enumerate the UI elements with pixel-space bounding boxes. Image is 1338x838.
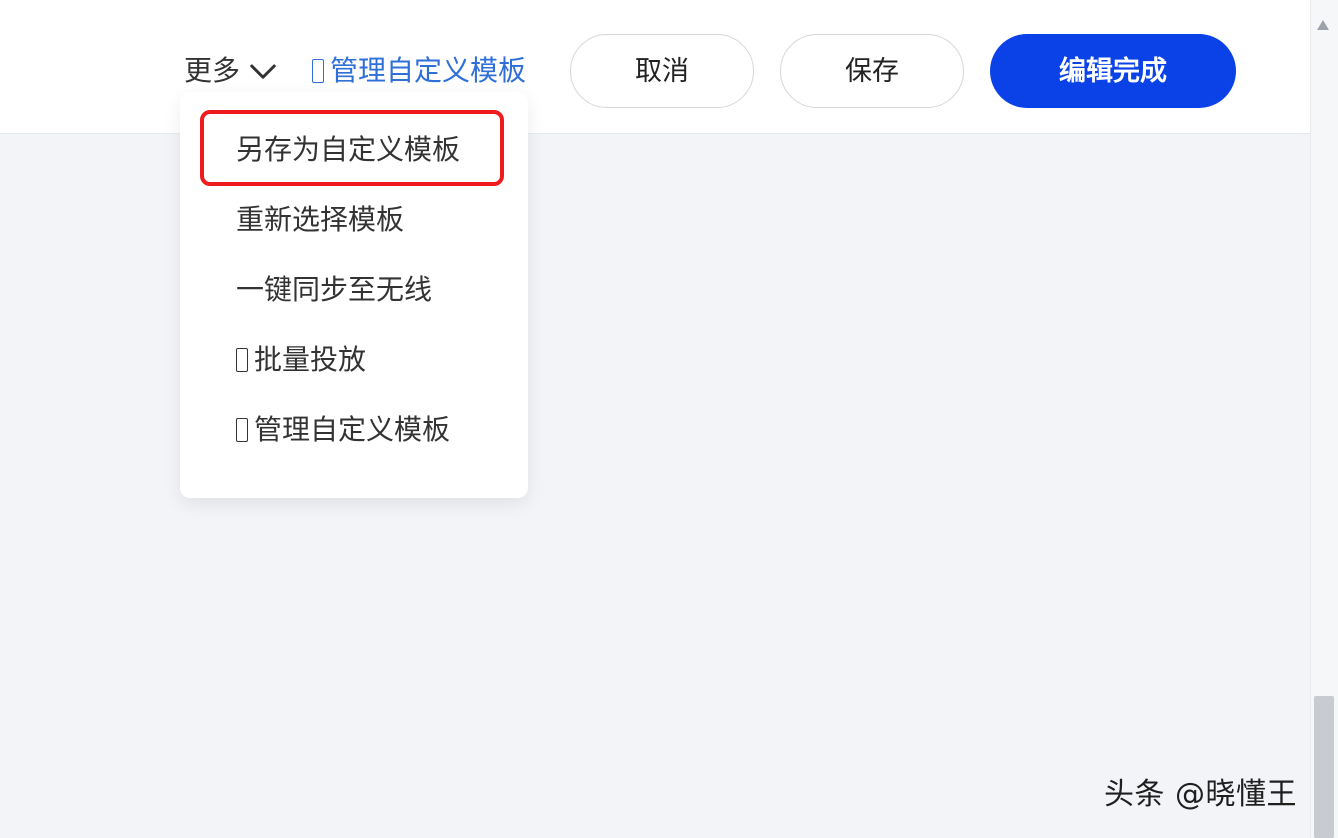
placeholder-box-icon [236,348,248,372]
menu-item-label: 重新选择模板 [236,203,405,236]
placeholder-box-icon [312,59,324,83]
save-button[interactable]: 保存 [780,34,964,108]
manage-custom-templates-label: 管理自定义模板 [330,54,527,87]
more-dropdown-menu: 另存为自定义模板 重新选择模板 一键同步至无线 批量投放 管理自定义模板 [180,92,528,498]
menu-item-batch-delivery[interactable]: 批量投放 [236,338,366,382]
menu-item-label: 一键同步至无线 [236,273,433,306]
watermark: 头条 @晓懂王 [1104,777,1298,812]
manage-custom-templates-link[interactable]: 管理自定义模板 [312,50,526,92]
menu-item-reselect-template[interactable]: 重新选择模板 [236,198,404,242]
menu-item-label: 另存为自定义模板 [236,133,461,166]
menu-item-sync-to-wireless[interactable]: 一键同步至无线 [236,268,432,312]
menu-item-save-as-custom-template[interactable]: 另存为自定义模板 [236,128,460,172]
more-label: 更多 [184,54,241,87]
scroll-up-arrow-icon[interactable] [1317,20,1329,30]
chevron-down-icon [248,56,278,86]
menu-item-manage-custom-templates[interactable]: 管理自定义模板 [236,408,450,452]
menu-item-label: 管理自定义模板 [254,413,451,446]
cancel-button[interactable]: 取消 [570,34,754,108]
vertical-scrollbar-thumb[interactable] [1314,696,1334,838]
more-dropdown-toggle[interactable]: 更多 [184,50,278,92]
edit-complete-button[interactable]: 编辑完成 [990,34,1236,108]
placeholder-box-icon [236,418,248,442]
menu-item-label: 批量投放 [254,343,367,376]
